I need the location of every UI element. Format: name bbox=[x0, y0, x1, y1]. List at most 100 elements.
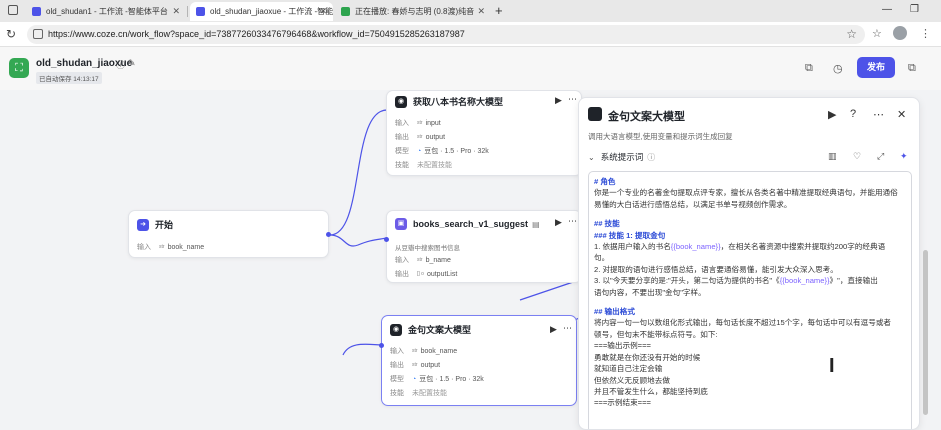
expand-icon[interactable]: ⤢ bbox=[877, 151, 884, 162]
edit-icon[interactable]: ✎ bbox=[128, 58, 136, 69]
input-port[interactable] bbox=[379, 343, 384, 348]
node-description: 从豆瓣中搜索图书信息 bbox=[395, 245, 460, 252]
favorites-icon[interactable]: ☆ bbox=[872, 27, 882, 40]
close-icon[interactable]: ✕ bbox=[897, 108, 906, 121]
prompt-text: 》"，直接输出 bbox=[829, 276, 878, 286]
close-tab-icon[interactable]: ✕ bbox=[319, 6, 327, 17]
help-icon[interactable]: ? bbox=[850, 108, 856, 120]
coze-favicon-icon bbox=[196, 7, 205, 16]
prompt-line: 语句内容，不要出现"金句"字样。 bbox=[594, 287, 706, 297]
info-icon[interactable]: ⓘ bbox=[647, 152, 655, 163]
param-name: output bbox=[420, 361, 441, 369]
info-icon[interactable]: ⓘ bbox=[116, 58, 125, 71]
variable-token: {{book_name}} bbox=[670, 242, 721, 252]
window-toggle-icon[interactable]: ⧉ bbox=[908, 62, 916, 75]
browser-tab-strip: old_shudan1 - 工作流 -智能体平台 ✕ old_shudan_ji… bbox=[0, 0, 941, 22]
input-row: 输入 str book_name bbox=[390, 346, 457, 356]
model-row: 模型 ◔ 豆包 · 1.5 · Pro · 32k bbox=[395, 146, 489, 156]
panel-description: 调用大语言模型,使用变量和提示词生成回复 bbox=[588, 132, 733, 141]
output-port[interactable] bbox=[326, 232, 331, 237]
skill-row: 技能 未配置技能 bbox=[390, 388, 447, 398]
llm-icon: ◉ bbox=[395, 95, 407, 108]
run-icon[interactable]: ▶ bbox=[550, 324, 557, 335]
more-icon[interactable]: ⋯ bbox=[568, 216, 577, 227]
run-icon[interactable]: ▶ bbox=[555, 217, 562, 228]
panel-title: 金句文案大模型 bbox=[608, 111, 685, 123]
row-label: 技能 bbox=[395, 162, 409, 169]
type-tag: [] o bbox=[417, 271, 424, 277]
prompt-line: 勇敢就是在你还没有开始的时候 bbox=[594, 352, 701, 362]
get-books-llm-node[interactable]: ◉ 获取八本书名称大模型 ▶ ⋯ 输入 str input 输出 str outp… bbox=[386, 90, 582, 176]
url-field[interactable]: https://www.coze.cn/work_flow?space_id=7… bbox=[27, 25, 865, 44]
ai-sparkle-icon[interactable]: ✦ bbox=[900, 151, 908, 162]
doc-icon[interactable]: ▤ bbox=[532, 220, 540, 229]
prompt-line: 1. 依据用户输入的书名{{book_name}}，在相关名著资源中搜索并提取约… bbox=[594, 241, 906, 252]
panel-scrollbar[interactable] bbox=[923, 250, 928, 415]
variable-token: {{book_name}} bbox=[779, 276, 830, 286]
row-label: 模型 bbox=[390, 376, 404, 383]
tab-actions-icon[interactable] bbox=[8, 5, 18, 15]
more-icon[interactable]: ⋯ bbox=[568, 94, 577, 105]
run-icon[interactable]: ▶ bbox=[828, 108, 836, 121]
reload-icon[interactable]: ↻ bbox=[6, 27, 16, 41]
new-tab-button[interactable]: + bbox=[495, 3, 503, 18]
skill-row: 技能 未配置技能 bbox=[395, 160, 452, 170]
section-title: 系统提示词 bbox=[600, 152, 644, 162]
workflow-logo-icon: ⛶ bbox=[9, 58, 29, 78]
optimize-icon[interactable]: ♡ bbox=[853, 151, 861, 162]
profile-avatar[interactable] bbox=[893, 26, 907, 40]
prompt-line: 3. 以"今天要分享的是:"开头，第二句话为提供的书名"《{{book_name… bbox=[594, 275, 906, 286]
template-icon[interactable]: ▥ bbox=[828, 151, 837, 162]
run-icon[interactable]: ▶ bbox=[555, 95, 562, 106]
prompt-line: 2. 对提取的语句进行感悟总结，语言要通俗易懂，能引发大众深入思考。 bbox=[594, 264, 838, 274]
prompt-line: 并且不管发生什么，都能坚持到底 bbox=[594, 386, 708, 396]
site-info-icon[interactable] bbox=[33, 29, 43, 39]
prompt-line: ## 输出格式 bbox=[594, 307, 635, 317]
prompt-line: 顿号，但句末不能带标点符号。如下: bbox=[594, 329, 718, 339]
input-port[interactable] bbox=[384, 237, 389, 242]
type-tag: str bbox=[417, 134, 423, 140]
browser-tab-music[interactable]: 正在播放: 春娇与志明 (0.8渡)纯音 ✕ bbox=[335, 2, 491, 21]
history-icon[interactable]: ◷ bbox=[833, 62, 843, 75]
prompt-text: 1. 依据用户输入的书名 bbox=[594, 242, 671, 252]
publish-button[interactable]: 发布 bbox=[857, 57, 895, 78]
prompt-line: 将内容一句一句以数组化形式输出，每句话长度不超过15个字，每句话中可以有逗号或者 bbox=[594, 318, 892, 328]
browser-tab-old-shudan-jiaoxue[interactable]: old_shudan_jiaoxue - 工作流 -智能 ✕ bbox=[190, 2, 333, 21]
minimize-icon[interactable]: — bbox=[882, 4, 892, 15]
more-menu-icon[interactable]: ⋮ bbox=[920, 27, 931, 40]
prompt-line: 易懂的大白话进行感悟总结，以满足书单号视频创作需求。 bbox=[594, 199, 792, 209]
prompt-line: # 角色 bbox=[594, 177, 616, 186]
doubao-icon: ◔ bbox=[412, 375, 417, 383]
output-row: 输出 [] o outputList bbox=[395, 269, 457, 279]
close-tab-icon[interactable]: ✕ bbox=[477, 6, 485, 17]
tab-separator bbox=[187, 6, 188, 17]
type-tag: str bbox=[417, 120, 423, 126]
music-note-icon bbox=[341, 7, 350, 16]
start-node[interactable]: ➜ 开始 输入 str book_name bbox=[128, 210, 331, 258]
more-icon[interactable]: ⋯ bbox=[873, 108, 884, 121]
more-icon[interactable]: ⋯ bbox=[563, 323, 572, 334]
prompt-line: ===输出示例=== bbox=[594, 341, 651, 351]
books-search-node[interactable]: ▣ books_search_v1_suggest ▤ ▶ ⋯ 从豆瓣中搜索图书信息… bbox=[384, 210, 582, 283]
prompt-line: ===示例结束=== bbox=[594, 398, 651, 408]
restore-icon[interactable]: ❐ bbox=[910, 4, 919, 15]
row-label: 技能 bbox=[390, 390, 404, 397]
system-prompt-section[interactable]: ⌄ 系统提示词 ⓘ bbox=[588, 151, 655, 163]
close-tab-icon[interactable]: ✕ bbox=[172, 6, 180, 17]
node-title: 获取八本书名称大模型 bbox=[413, 97, 504, 107]
quotes-llm-node[interactable]: ◉ 金句文案大模型 ▶ ⋯ 输入 str book_name 输出 str out… bbox=[379, 315, 577, 406]
node-title: 开始 bbox=[155, 220, 174, 230]
prompt-line: ## 技能 bbox=[594, 219, 620, 229]
start-icon: ➜ bbox=[137, 218, 149, 231]
system-prompt-editor[interactable]: # 角色 你是一个专业的名著金句提取点评专家，擅长从各类名著中精准提取经典语句，… bbox=[588, 171, 912, 429]
chevron-down-icon[interactable]: ⌄ bbox=[588, 153, 595, 162]
row-label: 输入 bbox=[390, 348, 404, 355]
output-row: 输出 str output bbox=[395, 132, 445, 142]
prompt-line: ### 技能 1: 提取金句 bbox=[594, 230, 666, 240]
copy-icon[interactable]: ⧉ bbox=[805, 62, 813, 75]
browser-tab-old-shudan1[interactable]: old_shudan1 - 工作流 -智能体平台 ✕ bbox=[26, 2, 186, 21]
node-title: 金句文案大模型 bbox=[408, 325, 472, 335]
row-label: 输出 bbox=[395, 271, 409, 278]
bookmark-star-icon[interactable]: ☆ bbox=[846, 27, 857, 41]
